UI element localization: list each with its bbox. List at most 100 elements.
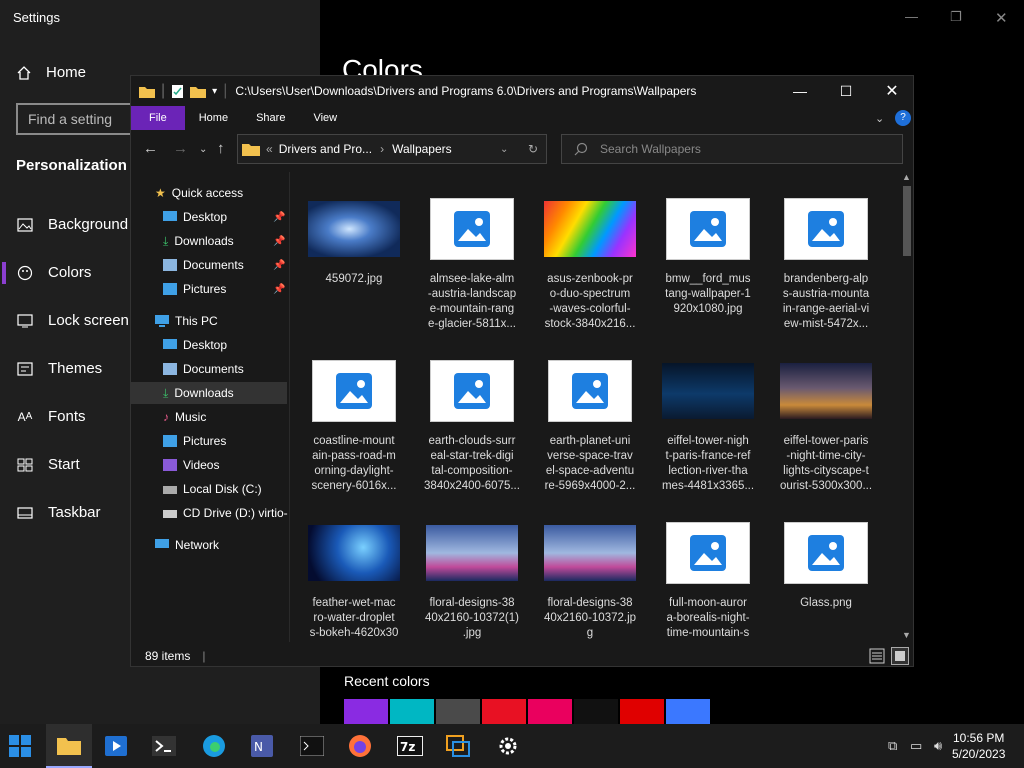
- tree-pc-music[interactable]: ♪ Music: [163, 406, 206, 428]
- file-item[interactable]: eiffel-tower-paris -night-time-city- lig…: [769, 356, 883, 494]
- nav-start[interactable]: Start: [16, 456, 80, 473]
- color-swatch[interactable]: [390, 699, 434, 727]
- nav-taskbar[interactable]: Taskbar: [16, 504, 101, 521]
- powershell-taskbar-button[interactable]: [144, 724, 184, 768]
- cmd-taskbar-button[interactable]: [292, 724, 332, 768]
- scrollbar-thumb[interactable]: [903, 186, 911, 256]
- tab-share[interactable]: Share: [242, 106, 299, 130]
- tree-qa-pictures[interactable]: Pictures: [163, 278, 226, 300]
- color-swatch[interactable]: [666, 699, 710, 727]
- pin-icon[interactable]: 📌: [273, 284, 285, 295]
- pane-divider[interactable]: [289, 172, 290, 642]
- vertical-scrollbar[interactable]: ▲ ▼: [901, 172, 913, 642]
- tree-qa-downloads[interactable]: ⤓ Downloads: [163, 230, 234, 252]
- file-explorer-taskbar-button[interactable]: [46, 724, 92, 768]
- nav-themes[interactable]: Themes: [16, 360, 102, 377]
- tab-home[interactable]: Home: [185, 106, 242, 130]
- tree-qa-documents[interactable]: Documents: [163, 254, 244, 276]
- nav-lock-screen[interactable]: Lock screen: [16, 312, 129, 329]
- edge-taskbar-button[interactable]: [194, 724, 234, 768]
- notepad-taskbar-button[interactable]: N: [242, 724, 282, 768]
- tree-qa-desktop[interactable]: Desktop: [163, 206, 227, 228]
- pin-icon[interactable]: 📌: [273, 236, 285, 247]
- color-swatch[interactable]: [482, 699, 526, 727]
- forward-arrow-icon[interactable]: →: [173, 140, 188, 157]
- back-arrow-icon[interactable]: ←: [143, 140, 158, 157]
- tab-view[interactable]: View: [299, 106, 351, 130]
- 7zip-taskbar-button[interactable]: 7z: [390, 724, 430, 768]
- task-view-icon[interactable]: ⧉: [888, 738, 897, 754]
- file-item[interactable]: 459072.jpg: [297, 194, 411, 287]
- file-item[interactable]: asus-zenbook-pr o-duo-spectrum -waves-co…: [533, 194, 647, 332]
- tree-pc-downloads[interactable]: ⤓ Downloads: [131, 382, 287, 404]
- up-arrow-icon[interactable]: ↑: [217, 140, 225, 157]
- restore-button[interactable]: ❐: [950, 9, 962, 25]
- file-item[interactable]: almsee-lake-alm -austria-landscap e-moun…: [415, 194, 529, 332]
- explorer-close-button[interactable]: ✕: [869, 76, 915, 106]
- large-icons-view-icon[interactable]: [891, 647, 909, 665]
- color-swatch[interactable]: [574, 699, 618, 727]
- firefox-taskbar-button[interactable]: [340, 724, 380, 768]
- nav-fonts[interactable]: A A Fonts: [16, 408, 86, 425]
- color-swatch[interactable]: [344, 699, 388, 727]
- search-box[interactable]: Search Wallpapers: [561, 134, 903, 164]
- explorer-maximize-button[interactable]: ☐: [823, 76, 869, 106]
- file-item[interactable]: coastline-mount ain-pass-road-m orning-d…: [297, 356, 411, 494]
- network-app-taskbar-button[interactable]: [438, 724, 478, 768]
- file-item[interactable]: brandenberg-alp s-austria-mounta in-rang…: [769, 194, 883, 332]
- color-swatch[interactable]: [528, 699, 572, 727]
- file-item[interactable]: bmw__ford_mus tang-wallpaper-1 920x1080.…: [651, 194, 765, 317]
- clock[interactable]: 10:56 PM 5/20/2023: [952, 730, 1005, 762]
- expand-ribbon-icon[interactable]: ⌄: [875, 112, 884, 125]
- tree-pc-documents[interactable]: Documents: [163, 358, 244, 380]
- firefox-icon: [349, 735, 371, 757]
- breadcrumb-current[interactable]: Wallpapers: [392, 142, 452, 156]
- tree-pc-local-disk[interactable]: Local Disk (C:): [163, 478, 262, 500]
- nav-background[interactable]: Background: [16, 216, 128, 233]
- tree-network[interactable]: Network: [155, 534, 219, 556]
- tree-quick-access[interactable]: ★ Quick access: [155, 182, 243, 204]
- breadcrumb-parent[interactable]: Drivers and Pro...: [279, 142, 372, 156]
- help-icon[interactable]: ?: [895, 110, 911, 126]
- tree-pc-pictures[interactable]: Pictures: [163, 430, 226, 452]
- tree-pc-cd-drive[interactable]: CD Drive (D:) virtio-: [163, 502, 289, 524]
- tab-file[interactable]: File: [131, 106, 185, 130]
- file-item[interactable]: eiffel-tower-nigh t-paris-france-ref lec…: [651, 356, 765, 494]
- file-item[interactable]: full-moon-auror a-borealis-night- time-m…: [651, 518, 765, 641]
- recent-colors-heading: Recent colors: [344, 673, 430, 689]
- address-dropdown-icon[interactable]: ⌄: [500, 144, 508, 155]
- customize-toolbar-icon[interactable]: ▾: [212, 86, 217, 97]
- file-item[interactable]: earth-clouds-surr eal-star-trek-digi tal…: [415, 356, 529, 494]
- nav-colors[interactable]: Colors: [16, 264, 91, 281]
- close-button[interactable]: ✕: [995, 9, 1008, 27]
- tree-pc-desktop[interactable]: Desktop: [163, 334, 227, 356]
- minimize-button[interactable]: —: [905, 9, 918, 24]
- file-item[interactable]: Glass.png: [769, 518, 883, 611]
- volume-icon[interactable]: 🔊︎: [934, 738, 942, 754]
- pin-icon[interactable]: 📌: [273, 260, 285, 271]
- media-player-taskbar-button[interactable]: [96, 724, 136, 768]
- recent-locations-icon[interactable]: ⌄: [199, 144, 207, 155]
- file-item[interactable]: floral-designs-38 40x2160-10372(1) .jpg: [415, 518, 529, 641]
- address-prefix[interactable]: «: [266, 142, 273, 156]
- network-tray-icon[interactable]: ▭: [910, 738, 922, 754]
- details-view-icon[interactable]: [869, 648, 885, 667]
- start-button[interactable]: [0, 724, 40, 768]
- settings-taskbar-button[interactable]: [488, 724, 528, 768]
- file-item[interactable]: floral-designs-38 40x2160-10372.jp g: [533, 518, 647, 641]
- home-link[interactable]: Home: [16, 64, 86, 81]
- tree-pc-videos[interactable]: Videos: [163, 454, 219, 476]
- explorer-minimize-button[interactable]: —: [777, 76, 823, 106]
- file-item[interactable]: feather-wet-mac ro-water-droplet s-bokeh…: [297, 518, 411, 641]
- file-item[interactable]: earth-planet-uni verse-space-trav el-spa…: [533, 356, 647, 494]
- refresh-icon[interactable]: ↻: [528, 142, 538, 156]
- tree-this-pc[interactable]: This PC: [155, 310, 218, 332]
- pin-icon[interactable]: 📌: [273, 212, 285, 223]
- color-swatch[interactable]: [436, 699, 480, 727]
- scroll-up-icon[interactable]: ▲: [902, 172, 911, 182]
- color-swatch[interactable]: [620, 699, 664, 727]
- new-folder-icon[interactable]: [190, 85, 207, 98]
- address-bar[interactable]: « Drivers and Pro... › Wallpapers ⌄ ↻: [237, 134, 547, 164]
- scroll-down-icon[interactable]: ▼: [902, 630, 911, 640]
- properties-icon[interactable]: [171, 84, 184, 99]
